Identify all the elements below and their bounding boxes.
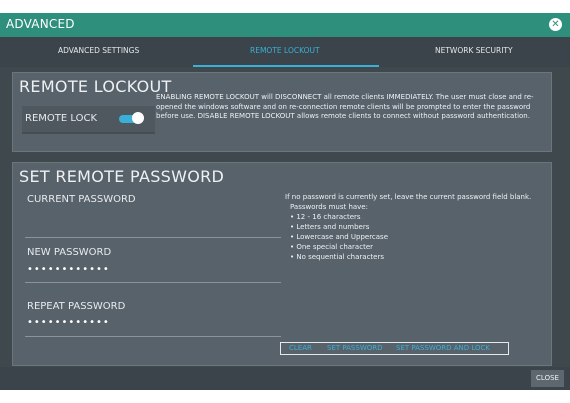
close-button[interactable]: CLOSE (531, 370, 564, 387)
password-rule-item: • Letters and numbers (290, 223, 370, 231)
new-password-label: NEW PASSWORD (27, 247, 112, 258)
new-password-field[interactable]: •••••••••••• (27, 264, 110, 275)
dialog-footer: CLOSE (0, 367, 570, 390)
tab-advanced-settings[interactable]: ADVANCED SETTINGS (58, 46, 139, 55)
current-password-label: CURRENT PASSWORD (27, 194, 136, 205)
active-tab-indicator (193, 65, 379, 67)
tab-network-security[interactable]: NETWORK SECURITY (435, 46, 513, 55)
current-password-underline (25, 237, 281, 238)
tab-bar: ADVANCED SETTINGS REMOTE LOCKOUT NETWORK… (0, 37, 570, 67)
repeat-password-underline (25, 336, 281, 337)
remote-lockout-title: REMOTE LOCKOUT (19, 77, 172, 96)
dialog-title: ADVANCED (6, 17, 75, 31)
tab-content: REMOTE LOCKOUT REMOTE LOCK ENABLING REMO… (3, 68, 566, 367)
dialog-titlebar: ADVANCED ✕ (0, 13, 570, 37)
advanced-dialog: ADVANCED ✕ ADVANCED SETTINGS REMOTE LOCK… (0, 13, 570, 390)
password-rule-item: • 12 - 16 characters (290, 213, 361, 221)
tab-remote-lockout[interactable]: REMOTE LOCKOUT (250, 46, 320, 55)
password-rule-item: • One special character (290, 243, 374, 251)
remote-lock-label: REMOTE LOCK (25, 113, 97, 124)
lockout-warning-text: ENABLING REMOTE LOCKOUT will DISCONNECT … (156, 93, 534, 121)
close-icon[interactable]: ✕ (549, 18, 562, 31)
password-rule-item: • Lowercase and Uppercase (290, 233, 389, 241)
repeat-password-label: REPEAT PASSWORD (27, 301, 126, 312)
password-actions: CLEAR SET PASSWORD SET PASSWORD AND LOCK (280, 342, 509, 355)
toggle-knob[interactable] (132, 112, 144, 124)
set-password-panel: SET REMOTE PASSWORD CURRENT PASSWORD NEW… (12, 162, 552, 366)
clear-button[interactable]: CLEAR (289, 344, 312, 352)
password-rule-item: • No sequential characters (290, 253, 384, 261)
set-password-title: SET REMOTE PASSWORD (19, 167, 225, 186)
password-rules-heading: Passwords must have: (290, 203, 368, 211)
new-password-underline (25, 282, 281, 283)
repeat-password-field[interactable]: •••••••••••• (27, 317, 110, 328)
set-password-button[interactable]: SET PASSWORD (327, 344, 383, 352)
set-password-and-lock-button[interactable]: SET PASSWORD AND LOCK (396, 344, 490, 352)
remote-lock-toggle-button[interactable]: REMOTE LOCK (22, 106, 155, 134)
remote-lockout-panel: REMOTE LOCKOUT REMOTE LOCK ENABLING REMO… (12, 72, 552, 152)
password-help-intro: If no password is currently set, leave t… (285, 193, 532, 201)
